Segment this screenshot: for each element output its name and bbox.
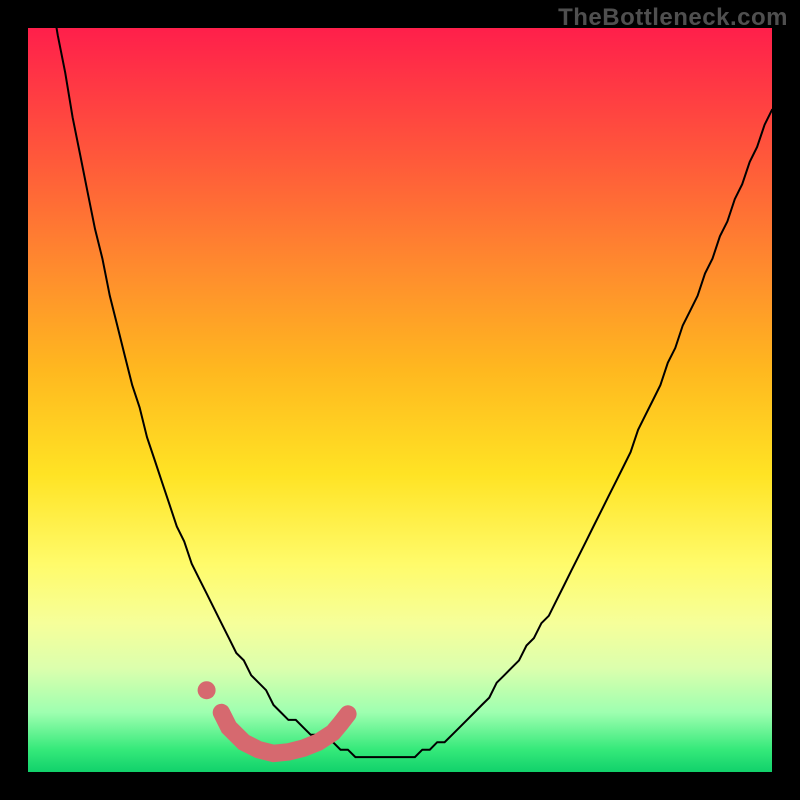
watermark-text: TheBottleneck.com (558, 4, 788, 32)
chart-frame: TheBottleneck.com (0, 0, 800, 800)
curve-line (28, 0, 772, 757)
marker-u-path (221, 713, 348, 754)
plot-area (28, 28, 772, 772)
chart-svg (28, 28, 772, 772)
marker-start-dot (198, 681, 216, 699)
